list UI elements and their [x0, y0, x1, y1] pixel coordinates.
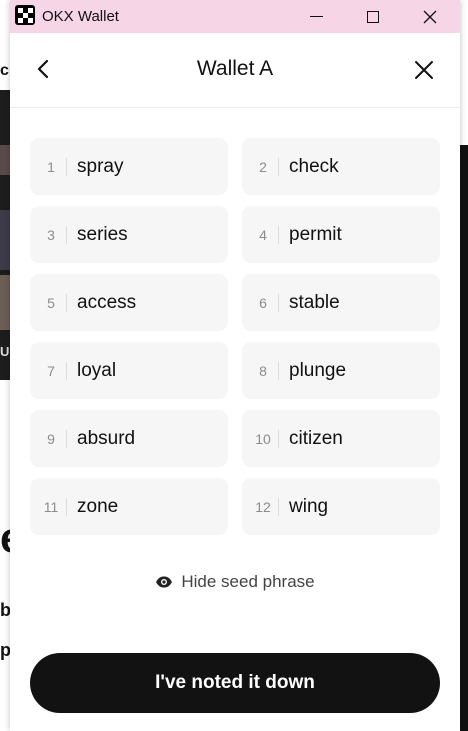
seed-word-index: 2: [259, 158, 267, 175]
divider: [278, 157, 279, 176]
seed-word-cell: 10 citizen: [242, 410, 440, 467]
divider: [66, 225, 67, 244]
seed-word-index: 9: [47, 430, 55, 447]
seed-word-index: 6: [259, 294, 267, 311]
seed-word-cell: 12 wing: [242, 478, 440, 535]
page-header: Wallet A: [10, 33, 460, 108]
seed-word: permit: [289, 223, 342, 245]
seed-word-cell: 5 access: [30, 274, 228, 331]
divider: [66, 429, 67, 448]
divider: [278, 225, 279, 244]
background-dark-edge: [460, 145, 468, 731]
eye-icon: [156, 576, 173, 588]
divider: [278, 429, 279, 448]
minimize-button[interactable]: [293, 0, 339, 33]
seed-word-cell: 8 plunge: [242, 342, 440, 399]
maximize-button[interactable]: [350, 0, 396, 33]
seed-word-cell: 1 spray: [30, 138, 228, 195]
maximize-icon: [367, 10, 379, 23]
seed-word: spray: [77, 155, 124, 177]
seed-word: access: [77, 291, 137, 313]
okx-logo-icon: [15, 5, 35, 25]
seed-word-cell: 3 series: [30, 206, 228, 263]
divider: [278, 361, 279, 380]
seed-word: absurd: [77, 427, 136, 449]
seed-word: check: [289, 155, 339, 177]
divider: [66, 157, 67, 176]
seed-word-cell: 4 permit: [242, 206, 440, 263]
seed-word-index: 8: [259, 362, 267, 379]
wallet-window: OKX Wallet Wallet A 1 spray 2 check 3 serie…: [10, 0, 460, 731]
seed-word: plunge: [289, 359, 347, 381]
seed-word-index: 10: [255, 430, 271, 447]
divider: [66, 497, 67, 516]
seed-word-index: 4: [259, 226, 267, 243]
divider: [278, 497, 279, 516]
divider: [278, 293, 279, 312]
seed-word-index: 3: [47, 226, 55, 243]
seed-word-index: 5: [47, 294, 55, 311]
seed-word-cell: 9 absurd: [30, 410, 228, 467]
seed-word: wing: [289, 495, 329, 517]
seed-word: zone: [77, 495, 119, 517]
hide-seed-phrase-button[interactable]: Hide seed phrase: [10, 572, 460, 592]
minimize-icon: [309, 16, 323, 17]
noted-it-down-button[interactable]: I've noted it down: [30, 653, 440, 713]
seed-phrase-grid: 1 spray 2 check 3 series 4 permit 5 access 6 s…: [30, 138, 440, 535]
page-title: Wallet A: [196, 57, 274, 80]
close-icon[interactable]: [413, 59, 435, 81]
seed-word-index: 1: [47, 158, 55, 175]
seed-word-cell: 7 loyal: [30, 342, 228, 399]
seed-word-cell: 6 stable: [242, 274, 440, 331]
divider: [66, 293, 67, 312]
seed-word-index: 11: [43, 498, 59, 515]
seed-word-index: 7: [47, 362, 55, 379]
divider: [66, 361, 67, 380]
window-close-button[interactable]: [407, 0, 453, 33]
seed-word: loyal: [77, 359, 117, 381]
close-icon: [423, 10, 437, 23]
seed-word: series: [77, 223, 128, 245]
seed-word-cell: 2 check: [242, 138, 440, 195]
hide-seed-phrase-label: Hide seed phrase: [181, 572, 315, 591]
seed-word-index: 12: [255, 498, 271, 515]
window-title: OKX Wallet: [42, 8, 119, 25]
seed-word: citizen: [289, 427, 343, 449]
window-titlebar[interactable]: OKX Wallet: [10, 0, 460, 33]
seed-word-cell: 11 zone: [30, 478, 228, 535]
seed-word: stable: [289, 291, 340, 313]
background-text: U: [0, 344, 10, 359]
